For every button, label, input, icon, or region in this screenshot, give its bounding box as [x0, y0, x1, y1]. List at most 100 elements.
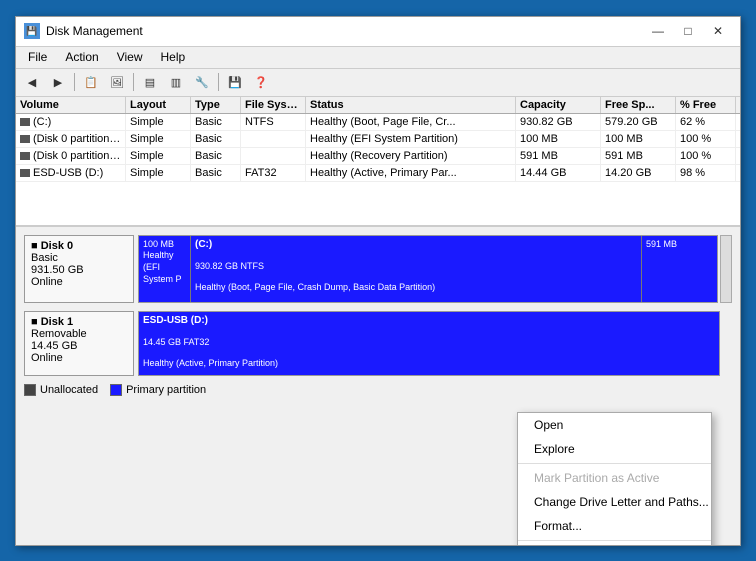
disk1-size: 14.45 GB: [31, 340, 127, 352]
toolbar-separator-1: [74, 73, 75, 91]
disk0-c-size: 930.82 GB NTFS: [195, 261, 637, 271]
disk1-name: ■ Disk 1: [31, 316, 127, 328]
context-menu: Open Explore Mark Partition as Active Ch…: [517, 412, 712, 545]
toolbar-btn-3[interactable]: ▤: [138, 71, 162, 93]
cell-type-1: Basic: [191, 131, 241, 147]
disk0-efi-label: 100 MBHealthy (EFI System P: [143, 239, 186, 286]
table-row[interactable]: (Disk 0 partition 1) Simple Basic Health…: [16, 131, 740, 148]
cell-volume-0: (C:): [16, 114, 126, 130]
col-header-capacity[interactable]: Capacity: [516, 97, 601, 113]
col-header-volume[interactable]: Volume: [16, 97, 126, 113]
cell-type-0: Basic: [191, 114, 241, 130]
toolbar-separator-2: [133, 73, 134, 91]
toolbar-btn-1[interactable]: 📋: [79, 71, 103, 93]
legend-unallocated-box: [24, 384, 36, 396]
disk1-usb-status: Healthy (Active, Primary Partition): [143, 358, 715, 368]
legend-primary-label: Primary partition: [126, 384, 206, 396]
minimize-button[interactable]: —: [644, 21, 672, 41]
cell-volume-1: (Disk 0 partition 1): [16, 131, 126, 147]
cell-capacity-2: 591 MB: [516, 148, 601, 164]
cell-volume-2: (Disk 0 partition 5): [16, 148, 126, 164]
cell-capacity-0: 930.82 GB: [516, 114, 601, 130]
cell-fs-2: [241, 148, 306, 164]
col-header-pctfree[interactable]: % Free: [676, 97, 736, 113]
toolbar-btn-7[interactable]: ❓: [249, 71, 273, 93]
toolbar-btn-4[interactable]: ▥: [164, 71, 188, 93]
menu-file[interactable]: File: [20, 48, 55, 66]
cell-status-0: Healthy (Boot, Page File, Cr...: [306, 114, 516, 130]
col-header-fs[interactable]: File System: [241, 97, 306, 113]
disk0-c-status: Healthy (Boot, Page File, Crash Dump, Ba…: [195, 282, 637, 292]
col-header-status[interactable]: Status: [306, 97, 516, 113]
close-button[interactable]: ✕: [704, 21, 732, 41]
disk0-size: 931.50 GB: [31, 264, 127, 276]
menu-view[interactable]: View: [109, 48, 151, 66]
col-header-freesp[interactable]: Free Sp...: [601, 97, 676, 113]
disk0-recovery-label: 591 MB: [646, 239, 713, 249]
disk0-c-label: (C:): [195, 239, 637, 250]
toolbar-btn-6[interactable]: 💾: [223, 71, 247, 93]
disk0-status: Online: [31, 276, 127, 288]
ctx-mark-active: Mark Partition as Active: [518, 466, 711, 490]
cell-type-3: Basic: [191, 165, 241, 181]
menu-action[interactable]: Action: [57, 48, 106, 66]
ctx-open[interactable]: Open: [518, 413, 711, 437]
ctx-extend-volume[interactable]: Extend Volume...: [518, 543, 711, 545]
legend-unallocated-label: Unallocated: [40, 384, 98, 396]
toolbar-separator-3: [218, 73, 219, 91]
cell-free-0: 579.20 GB: [601, 114, 676, 130]
cell-layout-1: Simple: [126, 131, 191, 147]
main-content: Volume Layout Type File System Status Ca…: [16, 97, 740, 545]
disk0-partition-c[interactable]: (C:) 930.82 GB NTFS Healthy (Boot, Page …: [191, 236, 642, 302]
cell-type-2: Basic: [191, 148, 241, 164]
forward-button[interactable]: ▶: [46, 71, 70, 93]
cell-pct-2: 100 %: [676, 148, 736, 164]
cell-free-3: 14.20 GB: [601, 165, 676, 181]
legend-unallocated: Unallocated: [24, 384, 98, 396]
volume-table: Volume Layout Type File System Status Ca…: [16, 97, 740, 227]
cell-free-1: 100 MB: [601, 131, 676, 147]
ctx-explore[interactable]: Explore: [518, 437, 711, 461]
disk0-name: ■ Disk 0: [31, 240, 127, 252]
menu-bar: File Action View Help: [16, 47, 740, 69]
cell-status-1: Healthy (EFI System Partition): [306, 131, 516, 147]
cell-capacity-3: 14.44 GB: [516, 165, 601, 181]
disk-management-window: 💾 Disk Management — □ ✕ File Action View…: [15, 16, 741, 546]
cell-status-3: Healthy (Active, Primary Par...: [306, 165, 516, 181]
cell-layout-0: Simple: [126, 114, 191, 130]
title-bar: 💾 Disk Management — □ ✕: [16, 17, 740, 47]
cell-fs-3: FAT32: [241, 165, 306, 181]
disk1-usb-name: ESD-USB (D:): [143, 315, 715, 326]
toolbar-btn-5[interactable]: 🔧: [190, 71, 214, 93]
disk0-partitions: 100 MBHealthy (EFI System P (C:) 930.82 …: [138, 235, 718, 303]
back-button[interactable]: ◀: [20, 71, 44, 93]
table-row[interactable]: ESD-USB (D:) Simple Basic FAT32 Healthy …: [16, 165, 740, 182]
cell-layout-2: Simple: [126, 148, 191, 164]
ctx-sep-1: [518, 463, 711, 464]
disk1-row: ■ Disk 1 Removable 14.45 GB Online ESD-U…: [24, 311, 732, 376]
window-icon: 💾: [24, 23, 40, 39]
disk0-row: ■ Disk 0 Basic 931.50 GB Online 100 MBHe…: [24, 235, 732, 303]
cell-capacity-1: 100 MB: [516, 131, 601, 147]
vertical-scrollbar[interactable]: [720, 235, 732, 303]
col-header-layout[interactable]: Layout: [126, 97, 191, 113]
disk1-type: Removable: [31, 328, 127, 340]
title-bar-controls: — □ ✕: [644, 21, 732, 41]
ctx-format[interactable]: Format...: [518, 514, 711, 538]
disk0-partition-recovery[interactable]: 591 MB: [642, 236, 717, 302]
table-row[interactable]: (C:) Simple Basic NTFS Healthy (Boot, Pa…: [16, 114, 740, 131]
cell-status-2: Healthy (Recovery Partition): [306, 148, 516, 164]
table-row[interactable]: (Disk 0 partition 5) Simple Basic Health…: [16, 148, 740, 165]
cell-free-2: 591 MB: [601, 148, 676, 164]
menu-help[interactable]: Help: [153, 48, 194, 66]
disk0-partition-efi[interactable]: 100 MBHealthy (EFI System P: [139, 236, 191, 302]
ctx-change-drive-letter[interactable]: Change Drive Letter and Paths...: [518, 490, 711, 514]
toolbar-btn-2[interactable]: 🖼: [105, 71, 129, 93]
legend-primary-box: [110, 384, 122, 396]
disk1-partition-usb[interactable]: ESD-USB (D:) 14.45 GB FAT32 Healthy (Act…: [139, 312, 719, 375]
maximize-button[interactable]: □: [674, 21, 702, 41]
cell-fs-0: NTFS: [241, 114, 306, 130]
cell-pct-0: 62 %: [676, 114, 736, 130]
col-header-type[interactable]: Type: [191, 97, 241, 113]
disk1-status: Online: [31, 352, 127, 364]
